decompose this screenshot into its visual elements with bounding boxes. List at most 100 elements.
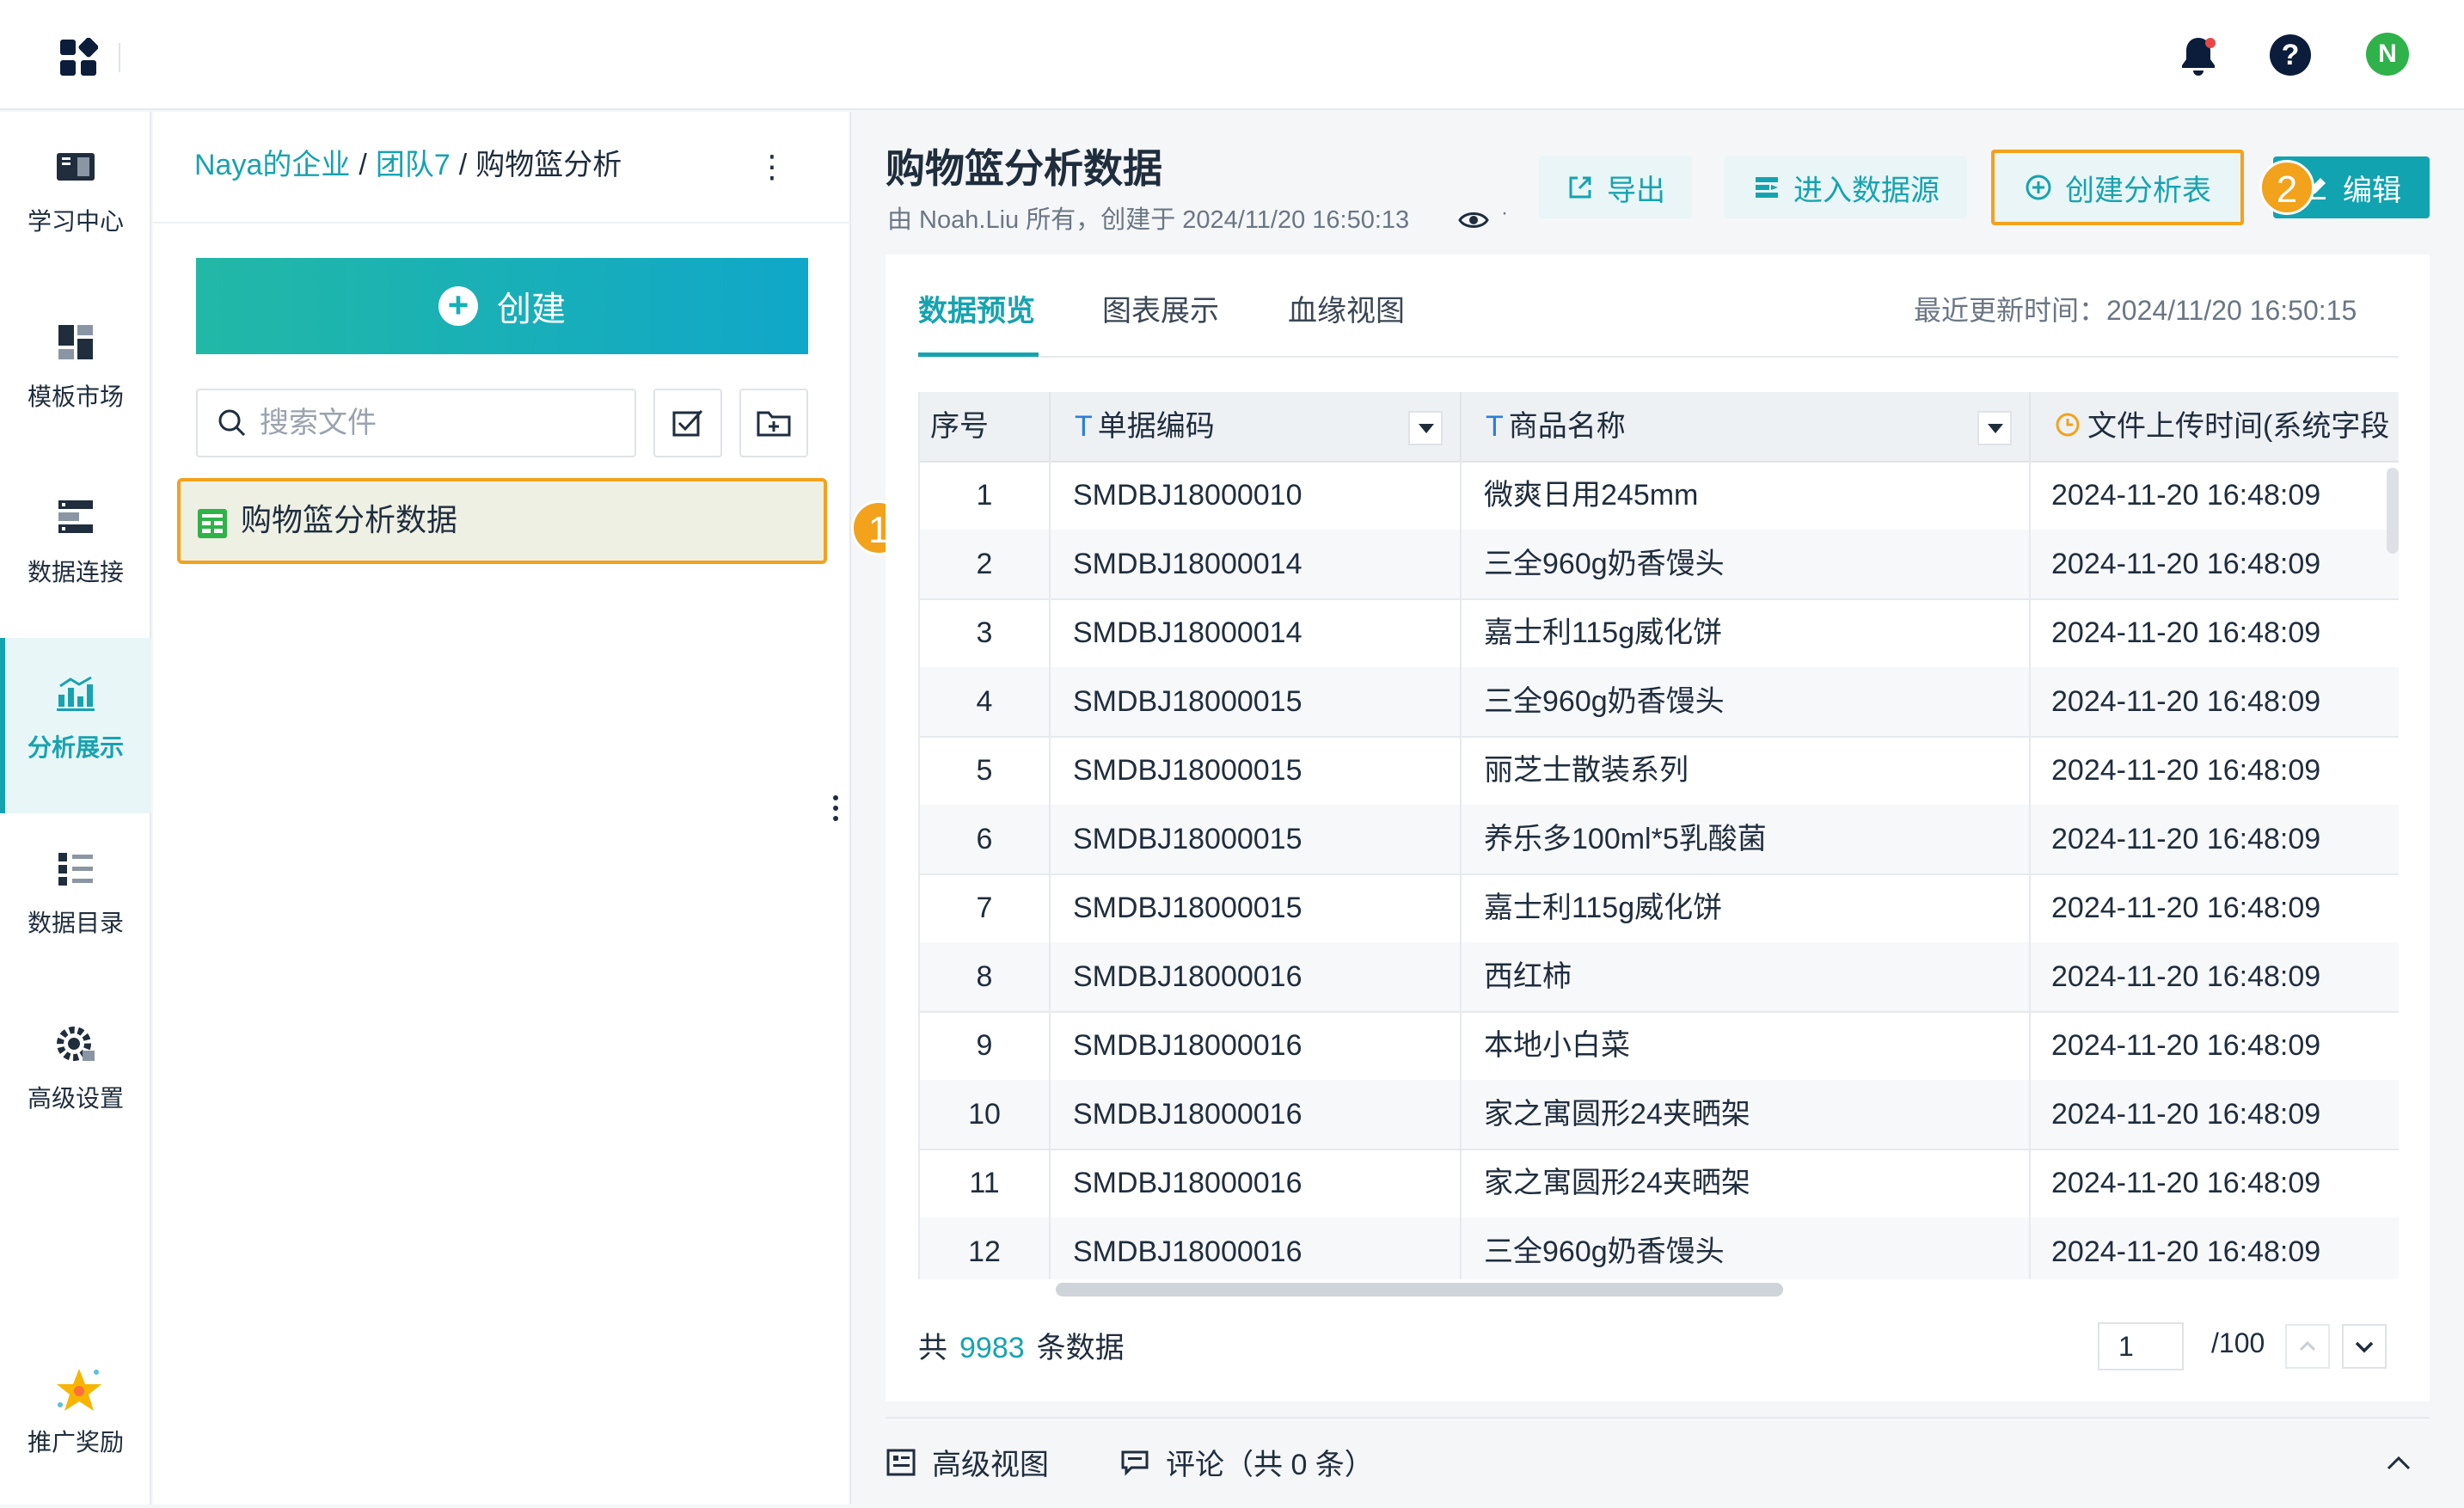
- cell-index: 5: [920, 736, 1051, 805]
- cell-upload-time: 2024-11-20 16:48:09: [2051, 685, 2321, 718]
- comments-button[interactable]: 评论（共 0 条）: [1119, 1441, 1374, 1483]
- table-row[interactable]: 2 SMDBJ18000014 三全960g奶香馒头 2024-11-20 16…: [920, 530, 2399, 600]
- grid-apps-icon[interactable]: [58, 37, 99, 77]
- breadcrumb: Naya的企业 / 团队7/购物篮分析: [194, 146, 622, 184]
- list-icon: [53, 846, 98, 891]
- cell-upload-time: 2024-11-20 16:48:09: [2051, 479, 2321, 512]
- page-down-button[interactable]: [2342, 1324, 2387, 1369]
- breadcrumb-link-enterprise[interactable]: Naya的企业: [194, 149, 350, 181]
- more-options-icon[interactable]: ⋮: [757, 150, 788, 187]
- chart-icon: [53, 671, 98, 715]
- table-file-icon: [196, 507, 229, 540]
- table-row[interactable]: 8 SMDBJ18000016 西红柿 2024-11-20 16:48:09: [920, 942, 2399, 1013]
- gear-icon: [53, 1021, 98, 1066]
- book-icon: [53, 144, 98, 189]
- page-up-button[interactable]: [2285, 1324, 2330, 1369]
- cell-doc-code: SMDBJ18000016: [1051, 942, 1462, 1011]
- help-icon[interactable]: ?: [2270, 34, 2311, 76]
- table-row[interactable]: 11 SMDBJ18000016 家之寓圆形24夹晒架 2024-11-20 1…: [920, 1149, 2399, 1219]
- column-dropdown-icon[interactable]: [1977, 411, 2012, 445]
- tab-lineage-view[interactable]: 血缘视图: [1288, 287, 1405, 339]
- nav-analysis-display[interactable]: 分析展示: [0, 638, 151, 813]
- cell-upload-time: 2024-11-20 16:48:09: [2051, 960, 2321, 993]
- create-analysis-table-button[interactable]: 创建分析表: [1991, 150, 2244, 225]
- avatar[interactable]: N: [2366, 33, 2409, 76]
- cell-product-name: 三全960g奶香馒头: [1462, 667, 2031, 736]
- cell-product-name: 嘉士利115g威化饼: [1462, 874, 2031, 942]
- nav-advanced-settings[interactable]: 高级设置: [0, 989, 151, 1164]
- breadcrumb-separator: /: [359, 149, 367, 181]
- table-row[interactable]: 4 SMDBJ18000015 三全960g奶香馒头 2024-11-20 16…: [920, 667, 2399, 738]
- column-header-doc-code[interactable]: T 单据编码: [1051, 392, 1462, 461]
- cell-doc-code: SMDBJ18000016: [1051, 1011, 1462, 1080]
- cell-product-name: 本地小白菜: [1462, 1011, 2031, 1080]
- cell-index: 7: [920, 874, 1051, 942]
- table-row[interactable]: 1 SMDBJ18000010 微爽日用245mm 2024-11-20 16:…: [920, 461, 2399, 531]
- eye-icon[interactable]: [1456, 203, 1491, 237]
- nav-promotion-reward[interactable]: 推广奖励: [0, 1333, 151, 1508]
- vertical-scrollbar-thumb[interactable]: [2387, 468, 2399, 554]
- column-header-index[interactable]: 序号: [920, 392, 1051, 461]
- count-prefix: 共: [918, 1332, 947, 1364]
- column-header-product-name[interactable]: T 商品名称: [1462, 392, 2031, 461]
- table-row[interactable]: 7 SMDBJ18000015 嘉士利115g威化饼 2024-11-20 16…: [920, 874, 2399, 944]
- breadcrumb-separator: /: [458, 149, 468, 181]
- chevron-up-icon: [2299, 1340, 2316, 1352]
- horizontal-scrollbar-thumb[interactable]: [1056, 1283, 1783, 1297]
- cell-doc-code: SMDBJ18000016: [1051, 1080, 1462, 1149]
- create-button[interactable]: + 创建: [196, 258, 808, 354]
- page-number-input[interactable]: [2098, 1322, 2184, 1370]
- page-title: 购物篮分析数据: [886, 146, 1162, 191]
- advanced-view-button[interactable]: 高级视图: [886, 1441, 1049, 1483]
- cell-doc-code: SMDBJ18000015: [1051, 805, 1462, 874]
- cell-index: 10: [920, 1080, 1051, 1149]
- table-row[interactable]: 6 SMDBJ18000015 养乐多100ml*5乳酸菌 2024-11-20…: [920, 805, 2399, 875]
- enter-datasource-button[interactable]: 进入数据源: [1725, 156, 1967, 218]
- cell-upload-time: 2024-11-20 16:48:09: [2051, 754, 2321, 787]
- nav-data-catalog[interactable]: 数据目录: [0, 813, 151, 989]
- new-folder-button[interactable]: [739, 389, 808, 457]
- notification-dot: [2205, 38, 2216, 48]
- chevron-up-icon[interactable]: [2381, 1450, 2416, 1475]
- cell-doc-code: SMDBJ18000015: [1051, 667, 1462, 736]
- cell-index: 1: [920, 461, 1051, 530]
- table-header: 序号 T 单据编码 T 商品名称 文件上传时间(系统字段: [920, 392, 2399, 463]
- column-header-upload-time[interactable]: 文件上传时间(系统字段: [2031, 392, 2399, 461]
- edit-label: 编辑: [2343, 174, 2401, 207]
- table-row[interactable]: 5 SMDBJ18000015 丽芝士散装系列 2024-11-20 16:48…: [920, 736, 2399, 806]
- nav-label: 数据连接: [27, 559, 124, 585]
- text-type-icon: T: [1486, 410, 1504, 443]
- table-row[interactable]: 3 SMDBJ18000014 嘉士利115g威化饼 2024-11-20 16…: [920, 598, 2399, 669]
- cell-doc-code: SMDBJ18000015: [1051, 736, 1462, 805]
- batch-select-button[interactable]: [653, 389, 722, 457]
- nav-label: 分析展示: [27, 734, 124, 761]
- cell-index: 4: [920, 667, 1051, 736]
- table-row[interactable]: 12 SMDBJ18000016 三全960g奶香馒头 2024-11-20 1…: [920, 1217, 2399, 1288]
- cell-product-name: 嘉士利115g威化饼: [1462, 598, 2031, 667]
- cell-upload-time: 2024-11-20 16:48:09: [2051, 1167, 2321, 1199]
- search-icon: [217, 408, 248, 438]
- advanced-view-label: 高级视图: [932, 1449, 1049, 1481]
- breadcrumb-link-team[interactable]: 团队7: [376, 149, 451, 181]
- tab-data-preview[interactable]: 数据预览: [918, 287, 1035, 339]
- nav-template-market[interactable]: 模板市场: [0, 287, 151, 463]
- page-total: /100: [2211, 1327, 2265, 1358]
- nav-learning-center[interactable]: 学习中心: [0, 112, 151, 287]
- header-label: 文件上传时间(系统字段: [2087, 410, 2390, 443]
- meta-separator: ·: [1501, 201, 1508, 224]
- nav-label: 模板市场: [27, 383, 124, 410]
- record-count: 共 9983 条数据: [918, 1324, 1125, 1366]
- cell-product-name: 三全960g奶香馒头: [1462, 1217, 2031, 1286]
- table-row[interactable]: 9 SMDBJ18000016 本地小白菜 2024-11-20 16:48:0…: [920, 1011, 2399, 1082]
- cell-index: 6: [920, 805, 1051, 874]
- cell-doc-code: SMDBJ18000014: [1051, 598, 1462, 667]
- search-input[interactable]: [258, 394, 628, 452]
- nav-data-connection[interactable]: 数据连接: [0, 463, 151, 638]
- left-nav: 学习中心 模板市场 数据连接 分析展示 数据目录 高级设置 推广奖励: [0, 112, 151, 1505]
- column-dropdown-icon[interactable]: [1408, 411, 1443, 445]
- export-button[interactable]: 导出: [1539, 156, 1692, 218]
- cell-index: 9: [920, 1011, 1051, 1080]
- tab-chart-display[interactable]: 图表展示: [1102, 287, 1219, 339]
- resize-handle[interactable]: [831, 791, 841, 825]
- table-row[interactable]: 10 SMDBJ18000016 家之寓圆形24夹晒架 2024-11-20 1…: [920, 1080, 2399, 1150]
